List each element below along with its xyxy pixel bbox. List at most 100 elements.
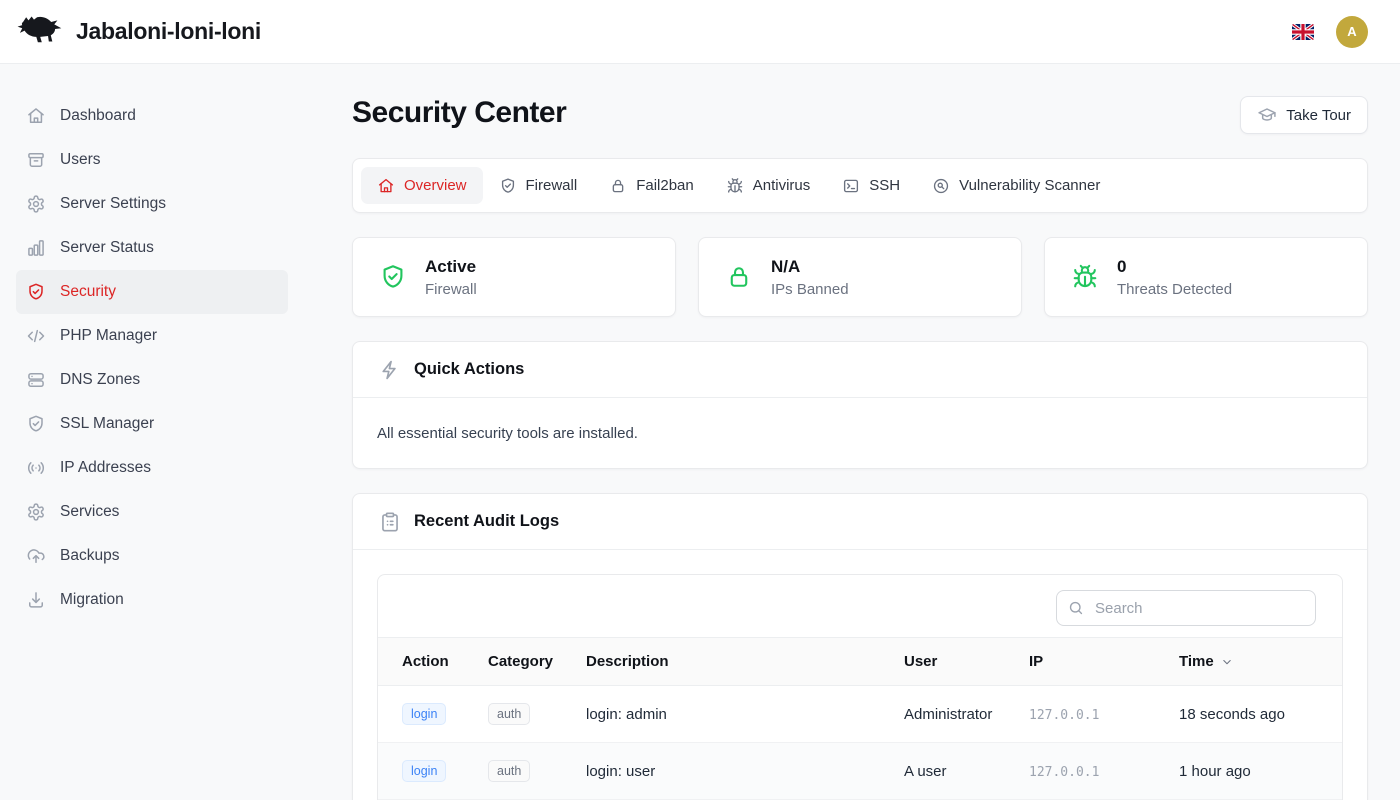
audit-logs-card: Recent Audit Logs Action Category: [352, 493, 1368, 800]
cell-action: login: [378, 743, 488, 800]
tab-label: Overview: [404, 177, 467, 194]
quick-actions-card: Quick Actions All essential security too…: [352, 341, 1368, 469]
column-time: Time: [1179, 638, 1342, 686]
security-tabs: Overview Firewall Fail2ban Antivirus SSH…: [352, 158, 1368, 213]
sidebar: Dashboard Users Server Settings Server S…: [0, 64, 304, 800]
stat-value: Active: [425, 257, 477, 277]
cell-time: 18 seconds ago: [1179, 686, 1342, 743]
cell-category: auth: [488, 686, 586, 743]
gear-icon: [26, 502, 46, 522]
cell-description: login: user: [586, 743, 904, 800]
cell-ip: 127.0.0.1: [1029, 743, 1179, 800]
sidebar-item-label: Backups: [60, 547, 119, 565]
sidebar-item-users[interactable]: Users: [16, 138, 288, 182]
table-header-row: Action Category Description User IP Time: [378, 638, 1342, 686]
code-icon: [26, 326, 46, 346]
top-bar: Jabaloni-loni-loni A: [0, 0, 1400, 64]
sidebar-item-label: Security: [60, 283, 116, 301]
stat-label: IPs Banned: [771, 281, 849, 298]
sidebar-item-label: Users: [60, 151, 100, 169]
action-badge: login: [402, 760, 446, 783]
sidebar-item-security[interactable]: Security: [16, 270, 288, 314]
action-badge: login: [402, 703, 446, 726]
shield-check-icon: [379, 263, 407, 291]
search-input[interactable]: [1056, 590, 1316, 626]
tab-firewall[interactable]: Firewall: [483, 167, 594, 204]
column-action: Action: [378, 638, 488, 686]
tab-fail2ban[interactable]: Fail2ban: [593, 167, 710, 204]
sidebar-item-ssl-manager[interactable]: SSL Manager: [16, 402, 288, 446]
sidebar-item-ip-addresses[interactable]: IP Addresses: [16, 446, 288, 490]
tab-label: Firewall: [526, 177, 578, 194]
cell-description: login: admin: [586, 686, 904, 743]
column-category: Category: [488, 638, 586, 686]
sidebar-item-label: SSL Manager: [60, 415, 154, 433]
stat-card-firewall: Active Firewall: [352, 237, 676, 317]
sidebar-item-label: IP Addresses: [60, 459, 151, 477]
sidebar-item-php-manager[interactable]: PHP Manager: [16, 314, 288, 358]
audit-logs-table: Action Category Description User IP Time: [378, 637, 1342, 800]
graduation-cap-icon: [1257, 105, 1277, 125]
sidebar-item-server-settings[interactable]: Server Settings: [16, 182, 288, 226]
sidebar-item-label: Services: [60, 503, 119, 521]
cell-user: Administrator: [904, 686, 1029, 743]
tab-label: Fail2ban: [636, 177, 694, 194]
sidebar-item-dns-zones[interactable]: DNS Zones: [16, 358, 288, 402]
cell-action: login: [378, 686, 488, 743]
audit-logs-title: Recent Audit Logs: [414, 512, 559, 531]
tab-ssh[interactable]: SSH: [826, 167, 916, 204]
shield-check-icon: [26, 282, 46, 302]
take-tour-button[interactable]: Take Tour: [1240, 96, 1368, 134]
table-row: login auth login: admin Administrator 12…: [378, 686, 1342, 743]
server-icon: [26, 370, 46, 390]
tab-antivirus[interactable]: Antivirus: [710, 167, 827, 204]
sidebar-item-dashboard[interactable]: Dashboard: [16, 94, 288, 138]
download-icon: [26, 590, 46, 610]
shield-check-icon: [26, 414, 46, 434]
main-content: Security Center Take Tour Overview Firew…: [304, 64, 1400, 800]
tab-vulnerability-scanner[interactable]: Vulnerability Scanner: [916, 167, 1116, 204]
category-badge: auth: [488, 703, 530, 726]
home-icon: [26, 106, 46, 126]
sidebar-item-migration[interactable]: Migration: [16, 578, 288, 622]
sidebar-item-services[interactable]: Services: [16, 490, 288, 534]
tab-label: Antivirus: [753, 177, 811, 194]
stat-label: Threats Detected: [1117, 281, 1232, 298]
language-flag-icon[interactable]: [1292, 24, 1314, 40]
stat-card-ips-banned: N/A IPs Banned: [698, 237, 1022, 317]
column-user: User: [904, 638, 1029, 686]
status-cards: Active Firewall N/A IPs Banned 0 Threats…: [352, 237, 1368, 317]
lock-icon: [725, 263, 753, 291]
sidebar-item-label: DNS Zones: [60, 371, 140, 389]
sidebar-item-server-status[interactable]: Server Status: [16, 226, 288, 270]
zap-icon: [379, 359, 401, 381]
sidebar-item-label: Server Settings: [60, 195, 166, 213]
bar-chart-icon: [26, 238, 46, 258]
tab-overview[interactable]: Overview: [361, 167, 483, 204]
column-description: Description: [586, 638, 904, 686]
sort-by-time[interactable]: Time: [1179, 653, 1234, 670]
app-title: Jabaloni-loni-loni: [76, 18, 261, 45]
table-row: login auth login: user A user 127.0.0.1 …: [378, 743, 1342, 800]
cell-user: A user: [904, 743, 1029, 800]
clipboard-icon: [379, 511, 401, 533]
tab-label: Vulnerability Scanner: [959, 177, 1100, 194]
page-title: Security Center: [352, 96, 566, 130]
archive-icon: [26, 150, 46, 170]
avatar[interactable]: A: [1336, 16, 1368, 48]
take-tour-label: Take Tour: [1286, 107, 1351, 124]
lock-icon: [609, 177, 627, 195]
shield-check-icon: [499, 177, 517, 195]
audit-logs-table-container: Action Category Description User IP Time: [377, 574, 1343, 800]
stat-card-threats: 0 Threats Detected: [1044, 237, 1368, 317]
bug-icon: [726, 177, 744, 195]
stat-value: 0: [1117, 257, 1232, 277]
sidebar-item-backups[interactable]: Backups: [16, 534, 288, 578]
sidebar-item-label: Dashboard: [60, 107, 136, 125]
quick-actions-message: All essential security tools are install…: [353, 398, 1367, 468]
cell-ip: 127.0.0.1: [1029, 686, 1179, 743]
cell-category: auth: [488, 743, 586, 800]
cell-time: 1 hour ago: [1179, 743, 1342, 800]
column-ip: IP: [1029, 638, 1179, 686]
boar-logo: [16, 10, 66, 53]
